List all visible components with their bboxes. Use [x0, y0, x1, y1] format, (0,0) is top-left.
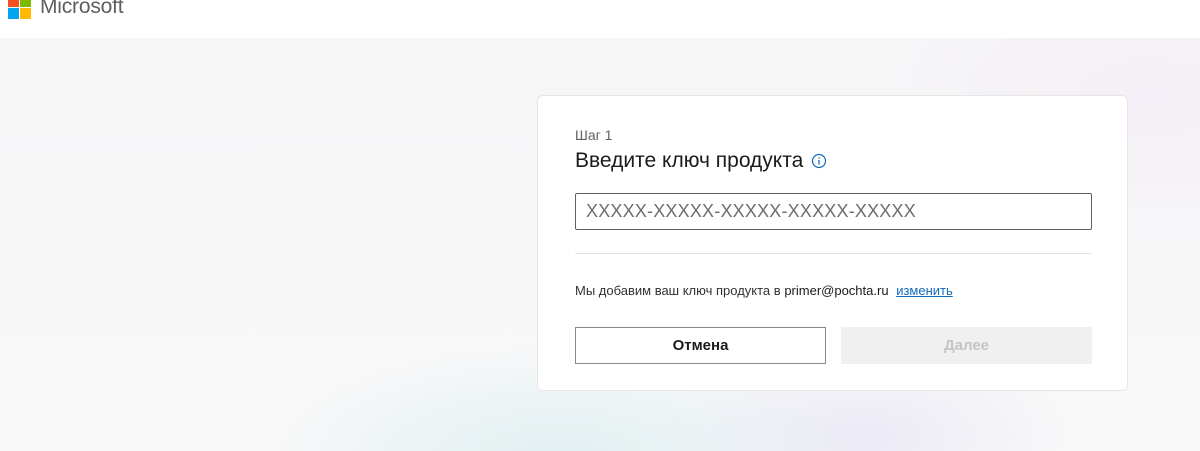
- microsoft-logo[interactable]: Microsoft: [8, 0, 124, 19]
- cancel-button[interactable]: Отмена: [575, 327, 826, 364]
- next-button[interactable]: Далее: [841, 327, 1092, 364]
- product-key-input[interactable]: [575, 193, 1092, 230]
- product-key-card: Шаг 1 Введите ключ продукта Мы добавим в…: [537, 95, 1128, 391]
- step-label: Шаг 1: [575, 127, 613, 143]
- page-title: Введите ключ продукта: [575, 149, 804, 172]
- windows-logo-icon: [8, 0, 31, 19]
- top-header: Microsoft: [0, 0, 1200, 38]
- info-icon[interactable]: [811, 153, 827, 169]
- account-note: Мы добавим ваш ключ продукта в primer@po…: [575, 283, 953, 298]
- brand-name: Microsoft: [40, 0, 124, 18]
- title-row: Введите ключ продукта: [575, 149, 827, 173]
- change-account-link[interactable]: изменить: [896, 283, 953, 298]
- note-text: Мы добавим ваш ключ продукта в: [575, 283, 781, 298]
- account-email: primer@pochta.ru: [784, 283, 889, 298]
- divider: [575, 253, 1092, 254]
